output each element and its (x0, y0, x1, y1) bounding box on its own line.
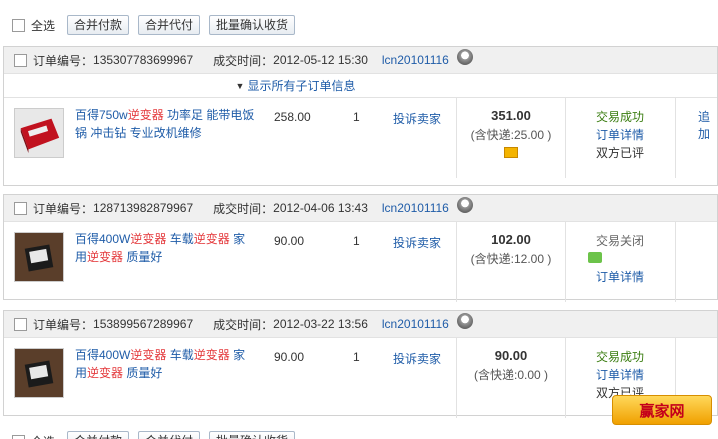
title-highlight: 逆变器 (193, 232, 230, 246)
title-highlight: 逆变器 (87, 366, 124, 380)
unit-price: 90.00 (274, 350, 305, 364)
order-time: 2012-04-06 13:43 (273, 201, 368, 215)
title-part: 百得750w (75, 108, 128, 122)
total-column: 102.00 (含快递:12.00 ) (456, 222, 566, 302)
seller-link[interactable]: lcn20101116 (382, 53, 449, 67)
title-highlight: 逆变器 (193, 348, 230, 362)
trade-status: 交易关闭 (596, 234, 645, 248)
merge-pay-for-other-button[interactable]: 合并代付 (138, 15, 201, 35)
seller-link[interactable]: lcn20101116 (382, 201, 449, 215)
credit-card-icon (504, 147, 518, 158)
time-label: 成交时间： (213, 201, 274, 216)
order-body: 百得400W逆变器 车载逆变器 家用逆变器 质量好 90.00 1 投诉卖家 1… (4, 222, 717, 302)
title-part: 百得400W (75, 232, 131, 246)
quantity: 1 (353, 110, 360, 124)
order-checkbox[interactable] (14, 53, 27, 67)
order-no-label: 订单编号： (33, 53, 94, 68)
order-detail-link[interactable]: 订单详情 (596, 268, 675, 286)
title-highlight: 逆变器 (130, 348, 167, 362)
select-all-checkbox[interactable] (12, 18, 25, 32)
total-column: 351.00 (含快递:25.00 ) (456, 98, 566, 178)
title-highlight: 逆变器 (127, 108, 164, 122)
product-title-link[interactable]: 百得750w逆变器 功率足 能带电饭锅 冲击钻 专业改机维修 (75, 106, 255, 142)
time-label: 成交时间： (213, 53, 274, 68)
total-amount: 90.00 (494, 348, 528, 363)
order-header: 订单编号： 128713982879967 成交时间： 2012-04-06 1… (4, 195, 717, 222)
order-body: 百得750w逆变器 功率足 能带电饭锅 冲击钻 专业改机维修 258.00 1 … (4, 98, 717, 178)
product-thumbnail[interactable] (14, 232, 64, 282)
order-card: 订单编号： 128713982879967 成交时间： 2012-04-06 1… (3, 194, 718, 302)
title-part: 车载 (166, 348, 194, 362)
wangwang-icon[interactable] (456, 313, 473, 329)
order-no-label: 订单编号： (33, 317, 94, 332)
trade-status: 交易成功 (596, 110, 645, 124)
order-header: 订单编号： 135307783699967 成交时间： 2012-05-12 1… (4, 47, 717, 74)
order-time: 2012-03-22 13:56 (273, 317, 368, 331)
order-no: 128713982879967 (93, 201, 194, 215)
total-amount: 351.00 (491, 108, 531, 123)
product-title-link[interactable]: 百得400W逆变器 车载逆变器 家用逆变器 质量好 (75, 346, 255, 382)
order-detail-link[interactable]: 订单详情 (596, 366, 675, 384)
expand-suborders-link[interactable]: ▼ 显示所有子订单信息 (4, 74, 717, 98)
product-thumbnail[interactable] (14, 108, 64, 158)
batch-confirm-button[interactable]: 批量确认收货 (209, 15, 296, 35)
message-icon[interactable] (588, 252, 602, 263)
shipping-fee: (含快递:12.00 ) (470, 252, 552, 266)
order-card: 订单编号： 153899567289967 成交时间： 2012-03-22 1… (3, 310, 718, 418)
complain-seller-link[interactable]: 投诉卖家 (393, 110, 441, 127)
total-column: 90.00 (含快递:0.00 ) (456, 338, 566, 418)
site-watermark-logo: 赢家网 (612, 395, 712, 425)
select-all-label: 全选 (31, 433, 55, 439)
order-body: 百得400W逆变器 车载逆变器 家用逆变器 质量好 90.00 1 投诉卖家 9… (4, 338, 717, 418)
title-part: 质量好 (123, 250, 163, 264)
review-status: 双方已评 (596, 146, 645, 160)
quantity: 1 (353, 234, 360, 248)
unit-price: 258.00 (274, 110, 311, 124)
complain-seller-link[interactable]: 投诉卖家 (393, 350, 441, 367)
expand-suborders-label: 显示所有子订单信息 (247, 79, 356, 93)
order-time: 2012-05-12 15:30 (273, 53, 368, 67)
top-toolbar: 全选 合并付款 合并代付 批量确认收货 (0, 10, 718, 40)
bottom-toolbar: 全选 合并付款 合并代付 批量确认收货 (0, 426, 718, 439)
order-card: 订单编号： 135307783699967 成交时间： 2012-05-12 1… (3, 46, 718, 186)
merge-pay-button[interactable]: 合并付款 (67, 15, 130, 35)
title-highlight: 逆变器 (87, 250, 124, 264)
batch-confirm-button[interactable]: 批量确认收货 (209, 431, 296, 439)
order-checkbox[interactable] (14, 201, 27, 215)
select-all-checkbox[interactable] (12, 434, 25, 439)
title-part: 百得400W (75, 348, 131, 362)
product-thumbnail[interactable] (14, 348, 64, 398)
product-title-link[interactable]: 百得400W逆变器 车载逆变器 家用逆变器 质量好 (75, 230, 255, 266)
wangwang-icon[interactable] (456, 197, 473, 213)
triangle-down-icon: ▼ (235, 80, 245, 91)
status-column: 交易成功 订单详情 双方已评 (566, 98, 676, 178)
order-detail-link[interactable]: 订单详情 (596, 126, 675, 144)
order-checkbox[interactable] (14, 317, 27, 331)
wangwang-icon[interactable] (456, 49, 473, 65)
title-highlight: 逆变器 (130, 232, 167, 246)
title-part: 车载 (166, 232, 194, 246)
status-column: 交易关闭 订单详情 (566, 222, 676, 302)
trade-status: 交易成功 (596, 350, 645, 364)
merge-pay-for-other-button[interactable]: 合并代付 (138, 431, 201, 439)
time-label: 成交时间： (213, 317, 274, 332)
unit-price: 90.00 (274, 234, 305, 248)
shipping-fee: (含快递:25.00 ) (470, 128, 552, 142)
order-no-label: 订单编号： (33, 201, 94, 216)
order-no: 135307783699967 (93, 53, 194, 67)
order-no: 153899567289967 (93, 317, 194, 331)
order-header: 订单编号： 153899567289967 成交时间： 2012-03-22 1… (4, 311, 717, 338)
complain-seller-link[interactable]: 投诉卖家 (393, 234, 441, 251)
seller-link[interactable]: lcn20101116 (382, 317, 449, 331)
append-review-link[interactable]: 追加 (698, 108, 717, 142)
merge-pay-button[interactable]: 合并付款 (67, 431, 130, 439)
title-part: 质量好 (123, 366, 163, 380)
select-all-label: 全选 (31, 18, 56, 33)
total-amount: 102.00 (491, 232, 531, 247)
quantity: 1 (353, 350, 360, 364)
shipping-fee: (含快递:0.00 ) (473, 368, 549, 382)
